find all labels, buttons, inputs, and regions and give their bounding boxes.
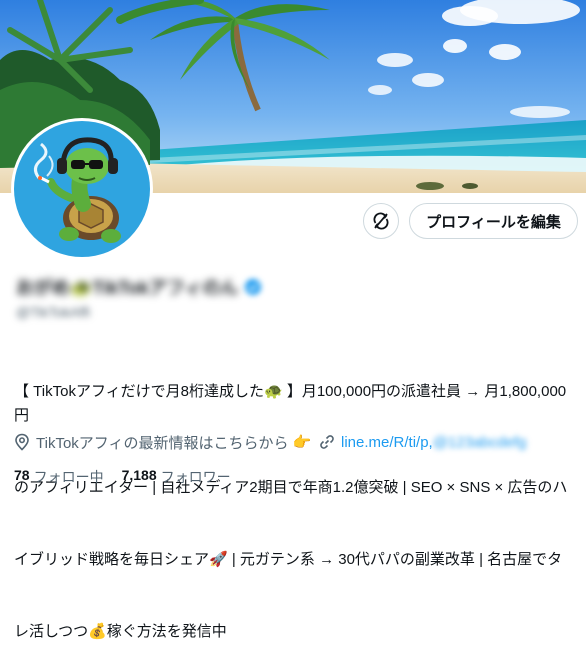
following-count: 78: [14, 467, 30, 483]
map-pin-icon: [15, 433, 29, 451]
profile-website-link[interactable]: line.me/R/ti/p, @123abcdefg: [319, 432, 526, 452]
link-icon: [320, 435, 334, 449]
user-handle: @TikTokAffi: [16, 304, 91, 320]
link-url[interactable]: line.me/R/ti/p,: [341, 434, 433, 451]
refresh-slash-icon: [373, 212, 389, 230]
followers-count: 7,188: [121, 467, 157, 483]
edit-profile-button[interactable]: プロフィールを編集: [409, 203, 578, 239]
followers-stat[interactable]: 7,188 フォロワー: [122, 467, 231, 487]
following-label: フォロー中: [33, 469, 104, 485]
bio-line: レ活しつつ💰稼ぐ方法を発信中: [14, 623, 227, 640]
turtle-avatar-image: [14, 121, 150, 257]
follow-stats: 78 フォロー中 7,188 フォロワー: [14, 467, 231, 487]
link-url-obscured[interactable]: @123abcdefg: [433, 434, 527, 451]
pointing-hand-emoji: 👉: [292, 434, 312, 451]
display-name: おがめ🐢TikTokアフィのん: [16, 278, 239, 298]
refresh-button[interactable]: [363, 203, 399, 239]
location-text: TikTokアフィの最新情報はこちらから: [36, 434, 289, 452]
profile-location: TikTokアフィの最新情報はこちらから 👉: [14, 432, 311, 452]
followers-label: フォロワー: [160, 469, 231, 485]
profile-avatar[interactable]: [11, 118, 153, 260]
bio-line: イブリッド戦略を毎日シェア🚀 | 元ガテン系 → 30代パパの副業改革 | 名古…: [14, 551, 563, 568]
display-name-row: おがめ🐢TikTokアフィのん: [16, 275, 262, 299]
following-stat[interactable]: 78 フォロー中: [14, 467, 104, 487]
bio-line: 【 TikTokアフィだけで月8桁達成した🐢 】月100,000円の派遣社員 →…: [14, 383, 567, 424]
verified-badge-icon: [244, 278, 262, 296]
profile-bio: 【 TikTokアフィだけで月8桁達成した🐢 】月100,000円の派遣社員 →…: [14, 332, 580, 668]
